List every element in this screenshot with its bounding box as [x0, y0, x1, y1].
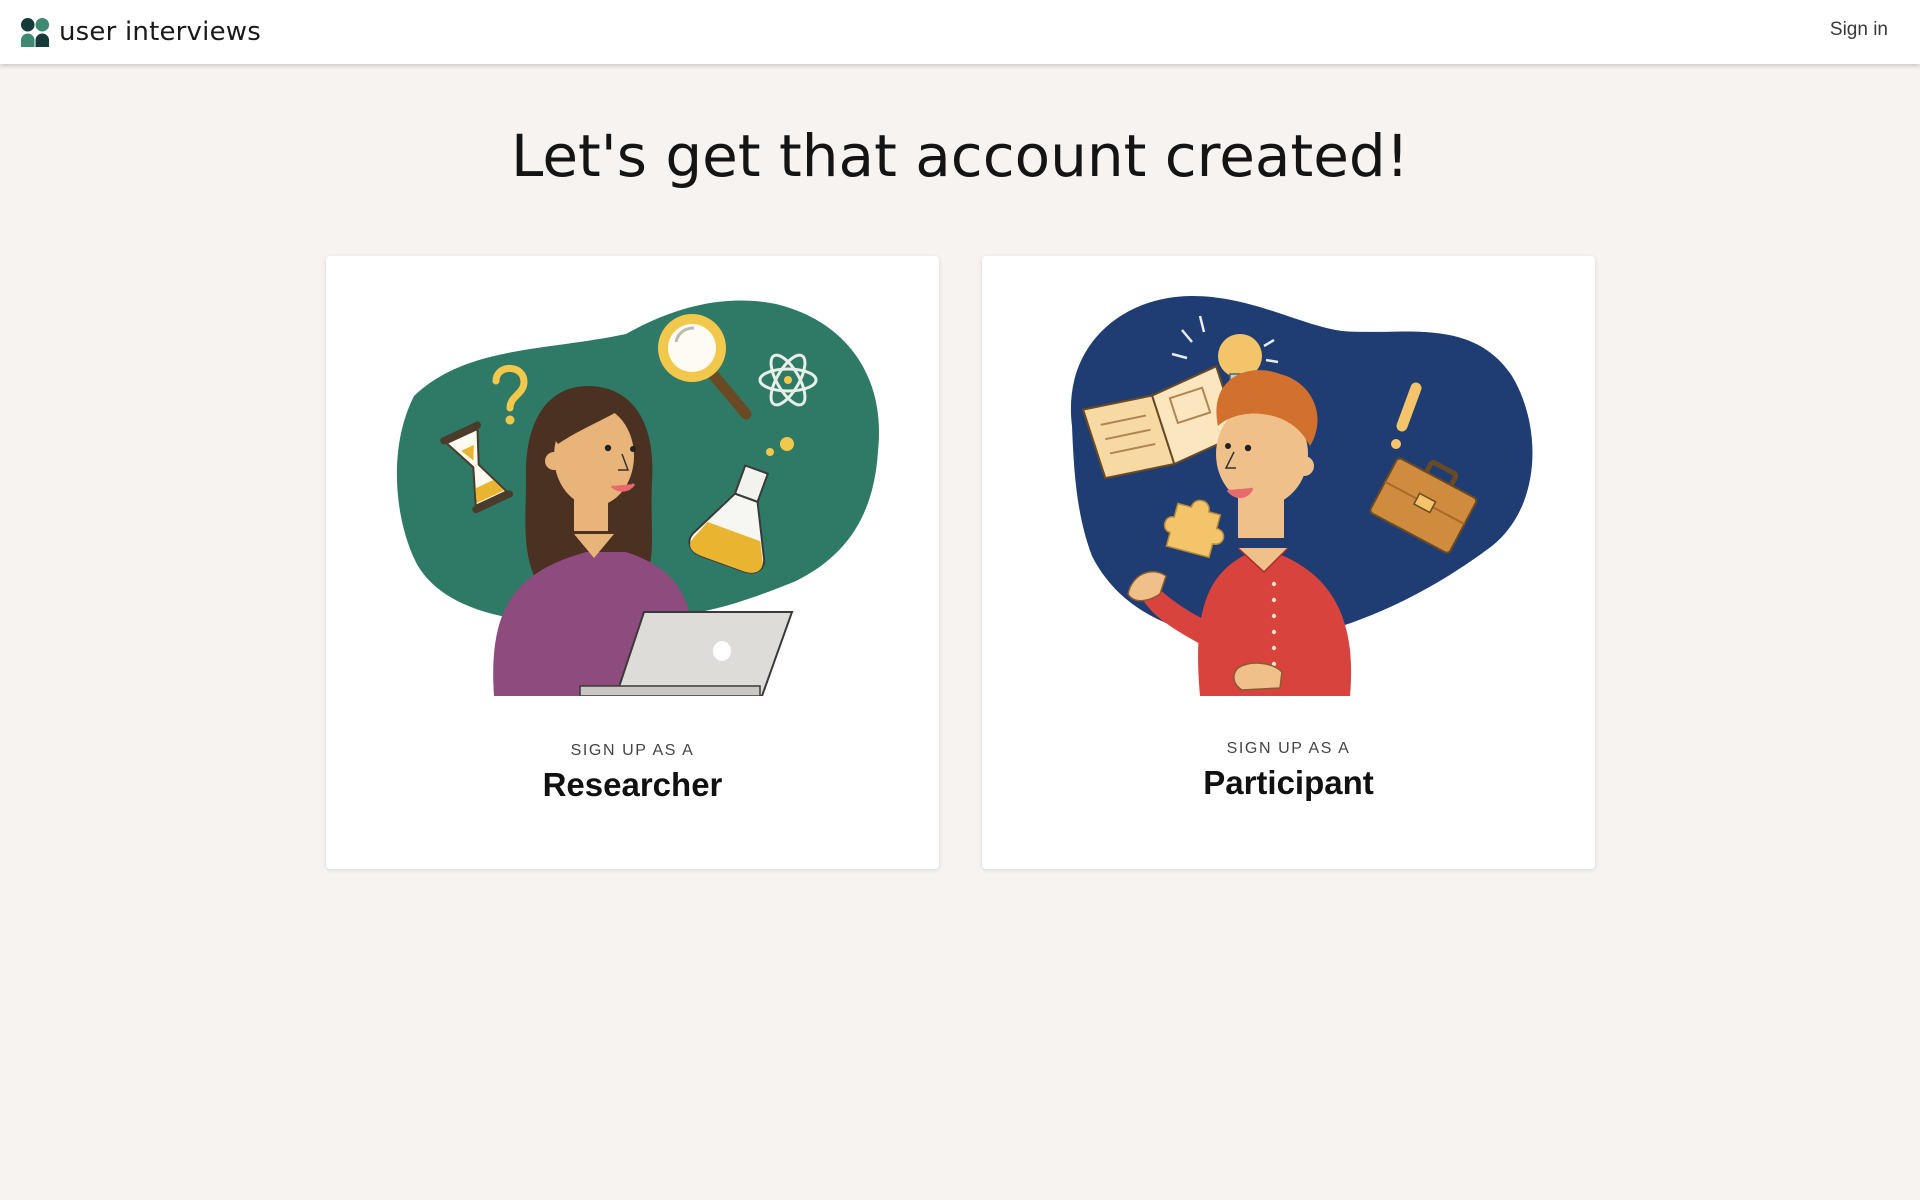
brand-name: user interviews — [59, 17, 261, 47]
brand-logo-link[interactable]: user interviews — [20, 16, 261, 48]
brand-logo-icon — [20, 17, 50, 47]
card-role-title: Participant — [1203, 764, 1374, 801]
participant-illustration — [1070, 296, 1533, 696]
researcher-illustration — [396, 300, 880, 696]
page-title: Let's get that account created! — [511, 122, 1409, 190]
card-role-title: Researcher — [542, 766, 723, 803]
sign-in-link[interactable]: Sign in — [1830, 19, 1888, 41]
card-subtitle: SIGN UP AS A — [1226, 740, 1351, 757]
participant-signup-card[interactable]: SIGN UP AS A Participant — [982, 256, 1595, 869]
top-navbar: user interviews Sign in — [0, 0, 1920, 64]
researcher-signup-card[interactable]: SIGN UP AS A Researcher — [326, 256, 939, 869]
card-subtitle: SIGN UP AS A — [570, 742, 695, 759]
